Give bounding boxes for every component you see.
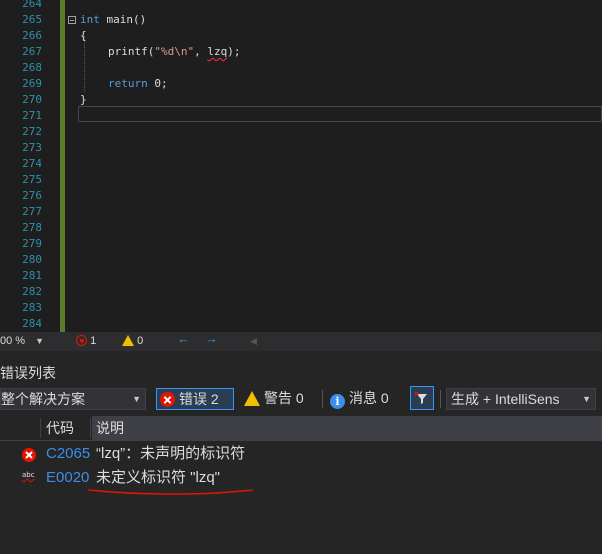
undeclared-identifier: lzq [207,45,228,58]
line-number: 277 [22,205,42,218]
line-number: 274 [22,157,42,170]
column-divider [90,418,91,438]
chevron-down-icon: ▼ [35,336,44,346]
errors-filter-button[interactable]: 错误 2 [156,388,234,410]
warning-icon [244,391,260,406]
chevron-down-icon: ▼ [580,389,591,409]
line-number: 283 [22,301,42,314]
line-number: 270 [22,93,42,106]
code-editor[interactable]: 264 265 266 267 268 269 270 271 272 273 274 275 276 2… [0,0,602,332]
toolbar-divider [322,390,323,408]
indent-guide [84,36,85,92]
info-icon: i [330,394,345,409]
scope-dropdown[interactable]: 整个解决方案 ▼ [0,388,146,410]
line-number: 280 [22,253,42,266]
red-annotation-underline [88,489,253,495]
error-code-link[interactable]: C2065 [46,442,90,466]
code-area[interactable]: int main() { printf("%d\n", lzq); return… [66,0,602,332]
column-header-code[interactable]: 代码 [46,416,74,440]
code-line-267: printf("%d\n", lzq); [108,45,241,58]
error-list-header: 代码 说明 [0,416,602,441]
warning-icon [122,335,134,346]
code-line-269: return 0; [108,77,168,90]
zoom-dropdown[interactable]: 00 % ▼ [0,333,46,349]
filter-toggle-button[interactable] [410,386,434,410]
error-row[interactable]: C2065 “lzq”：未声明的标识符 [0,442,602,466]
error-count-indicator[interactable]: 1 [76,334,96,348]
line-number: 268 [22,61,42,74]
line-number: 272 [22,125,42,138]
source-dropdown[interactable]: 生成 + IntelliSens ▼ [446,388,596,410]
line-number: 278 [22,221,42,234]
change-tracking-bar [60,0,65,332]
line-number: 282 [22,285,42,298]
code-line-266: { [80,29,87,42]
line-number: 271 [22,109,42,122]
next-issue-arrow-icon[interactable]: → [205,332,218,346]
line-number: 273 [22,141,42,154]
error-icon [76,335,87,346]
panel-title: 错误列表 [0,365,56,381]
warnings-filter-button[interactable]: 警告 0 [244,388,318,410]
filter-funnel-icon [414,391,427,404]
intellisense-abc-icon: abc [22,471,35,479]
code-line-265: int main() [80,13,147,26]
line-number: 281 [22,269,42,282]
line-number: 279 [22,237,42,250]
error-icon [160,392,175,407]
line-number: 265 [22,13,42,26]
toolbar-divider [440,390,441,408]
error-description: “lzq”：未声明的标识符 [96,445,246,462]
current-line-highlight [78,106,602,122]
line-number: 275 [22,173,42,186]
line-number: 269 [22,77,42,90]
chevron-down-icon: ▼ [132,394,141,404]
zoom-value: 00 % [0,335,26,347]
warning-count-indicator[interactable]: 0 [122,334,143,348]
line-number: 266 [22,29,42,42]
line-number-gutter: 264 265 266 267 268 269 270 271 272 273 274 275 276 2… [0,0,42,332]
line-number: 267 [22,45,42,58]
messages-filter-button[interactable]: i 消息 0 [330,388,404,410]
line-number: 264 [22,0,42,10]
column-divider [40,418,41,438]
line-number: 276 [22,189,42,202]
line-number: 284 [22,317,42,330]
collapse-toggle-icon[interactable] [68,16,76,24]
column-header-description[interactable]: 说明 [92,416,602,440]
error-code-link[interactable]: E0020 [46,466,89,490]
editor-status-bar: 00 % ▼ 1 0 ← → ◀ [0,332,602,351]
previous-issue-arrow-icon[interactable]: ← [177,332,190,346]
scroll-left-icon[interactable]: ◀ [250,334,257,348]
